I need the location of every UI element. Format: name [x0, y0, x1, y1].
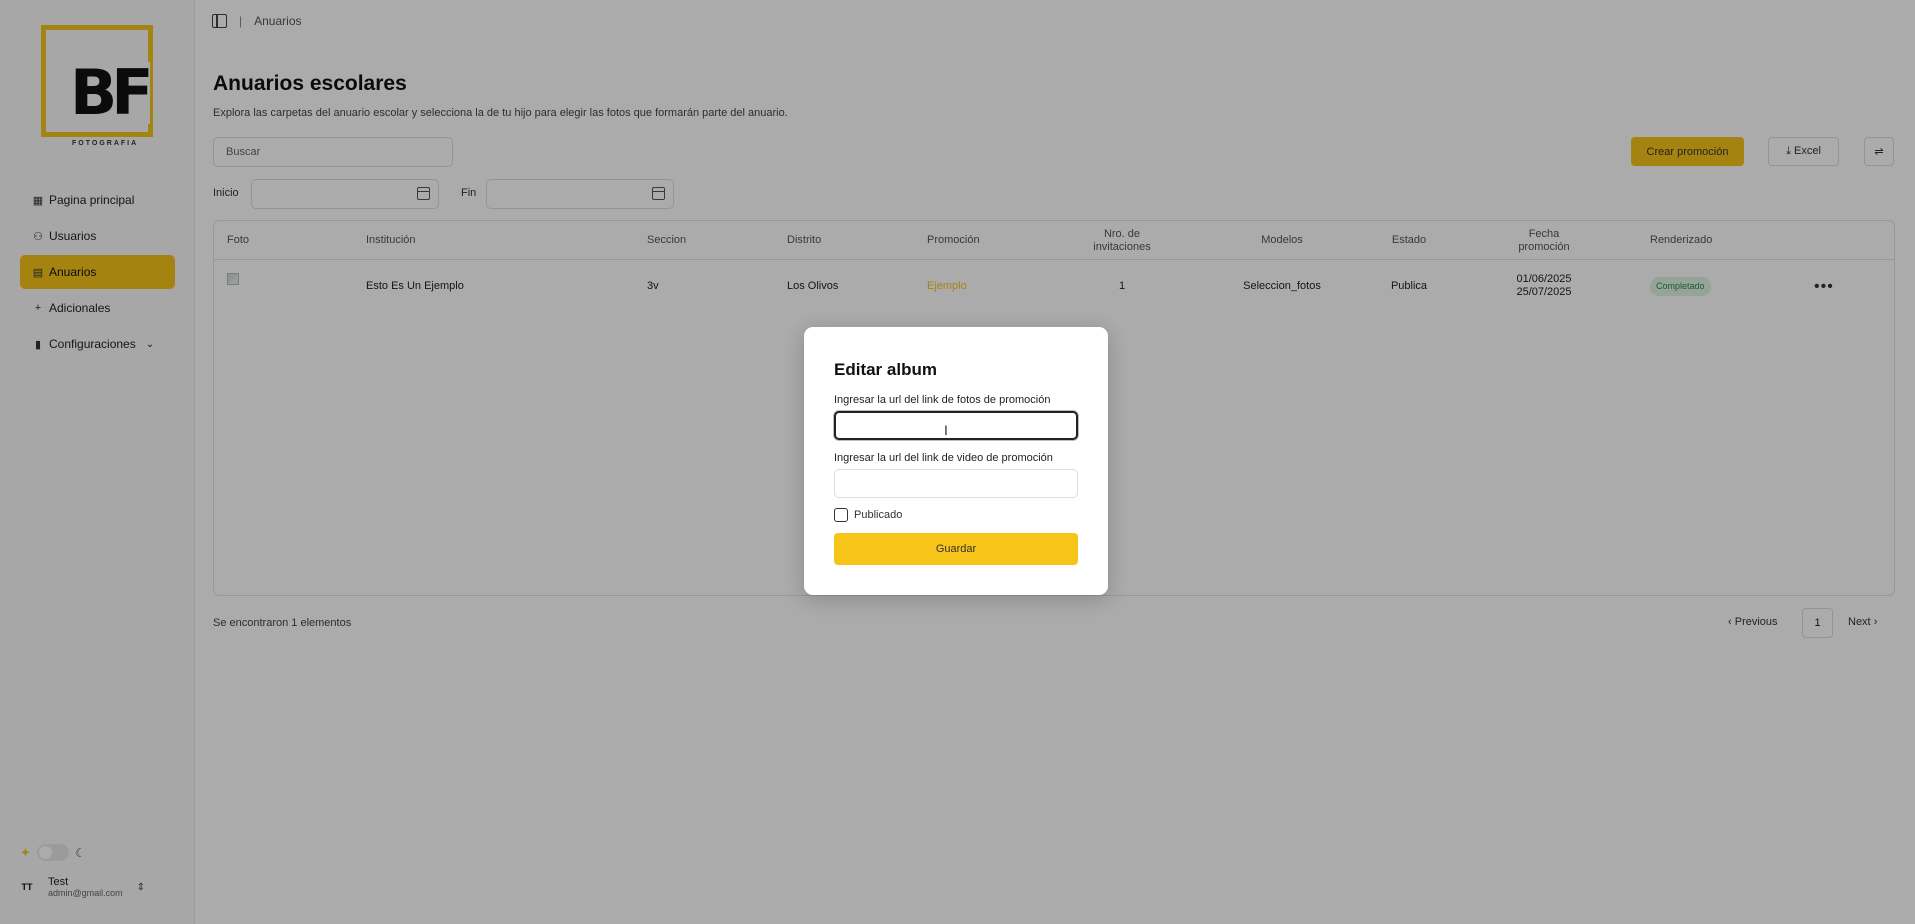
- dialog-title: Editar album: [834, 360, 937, 379]
- edit-album-dialog: Editar album Ingresar la url del link de…: [804, 327, 1108, 595]
- published-row[interactable]: Publicado: [834, 508, 902, 522]
- published-label: Publicado: [854, 509, 903, 521]
- text-cursor-icon: I: [944, 422, 948, 438]
- video-url-label: Ingresar la url del link de video de pro…: [834, 452, 1053, 464]
- photos-url-input[interactable]: [834, 411, 1078, 440]
- photos-url-label: Ingresar la url del link de fotos de pro…: [834, 394, 1051, 406]
- published-checkbox[interactable]: [834, 508, 848, 522]
- save-button[interactable]: Guardar: [834, 533, 1078, 565]
- video-url-input[interactable]: [834, 469, 1078, 498]
